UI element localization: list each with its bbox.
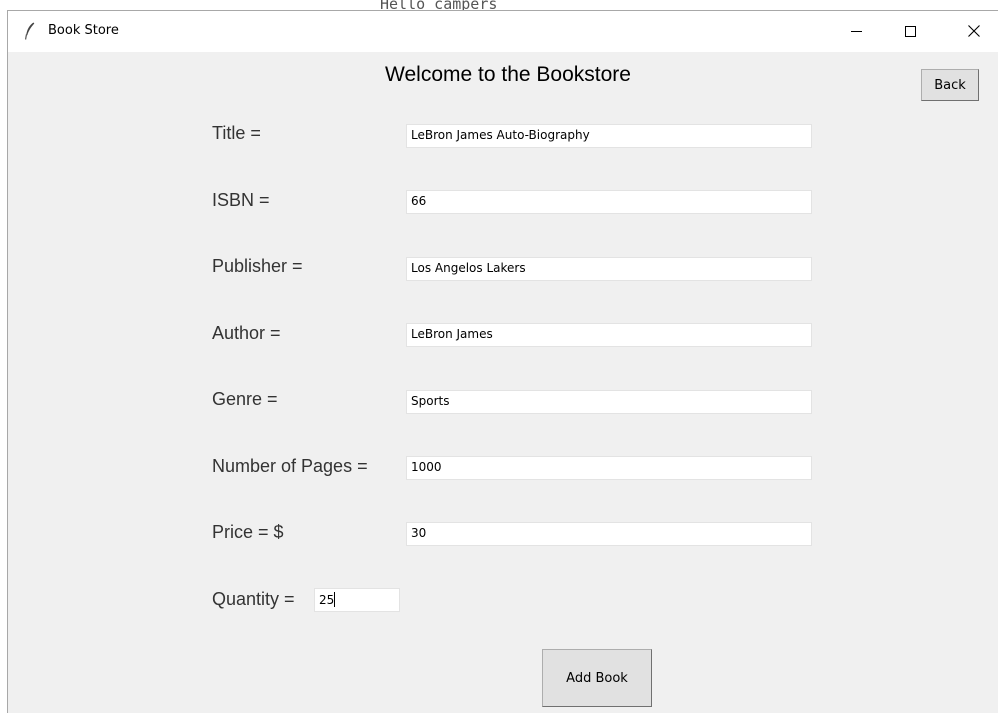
add-book-button[interactable]: Add Book bbox=[542, 649, 652, 707]
title-label: Title = bbox=[212, 123, 261, 143]
window-title: Book Store bbox=[48, 23, 119, 38]
close-button[interactable] bbox=[951, 11, 997, 52]
quantity-value: 25 bbox=[319, 593, 335, 607]
quantity-label: Quantity = bbox=[212, 589, 295, 609]
maximize-button[interactable] bbox=[887, 11, 933, 52]
quantity-field[interactable]: 25 bbox=[314, 588, 400, 612]
app-window: Book Store Welcome to the Bookstore Back… bbox=[7, 10, 998, 713]
isbn-label: ISBN = bbox=[212, 190, 270, 210]
author-field[interactable]: LeBron James bbox=[406, 323, 812, 347]
close-icon bbox=[968, 22, 980, 41]
minimize-button[interactable] bbox=[833, 11, 879, 52]
price-field[interactable]: 30 bbox=[406, 522, 812, 546]
pages-label: Number of Pages = bbox=[212, 456, 368, 476]
page-title: Welcome to the Bookstore bbox=[385, 63, 631, 86]
genre-field[interactable]: Sports bbox=[406, 390, 812, 414]
pages-field[interactable]: 1000 bbox=[406, 456, 812, 480]
publisher-field[interactable]: Los Angelos Lakers bbox=[406, 257, 812, 281]
author-label: Author = bbox=[212, 323, 281, 343]
maximize-icon bbox=[904, 26, 916, 37]
text-cursor bbox=[334, 592, 336, 607]
price-label: Price = $ bbox=[212, 522, 284, 542]
title-field[interactable]: LeBron James Auto-Biography bbox=[406, 124, 812, 148]
title-bar[interactable]: Book Store bbox=[8, 11, 998, 52]
minimize-icon bbox=[850, 31, 862, 32]
genre-label: Genre = bbox=[212, 389, 278, 409]
publisher-label: Publisher = bbox=[212, 256, 303, 276]
back-button[interactable]: Back bbox=[921, 69, 979, 101]
feather-icon bbox=[25, 22, 35, 40]
isbn-field[interactable]: 66 bbox=[406, 190, 812, 214]
